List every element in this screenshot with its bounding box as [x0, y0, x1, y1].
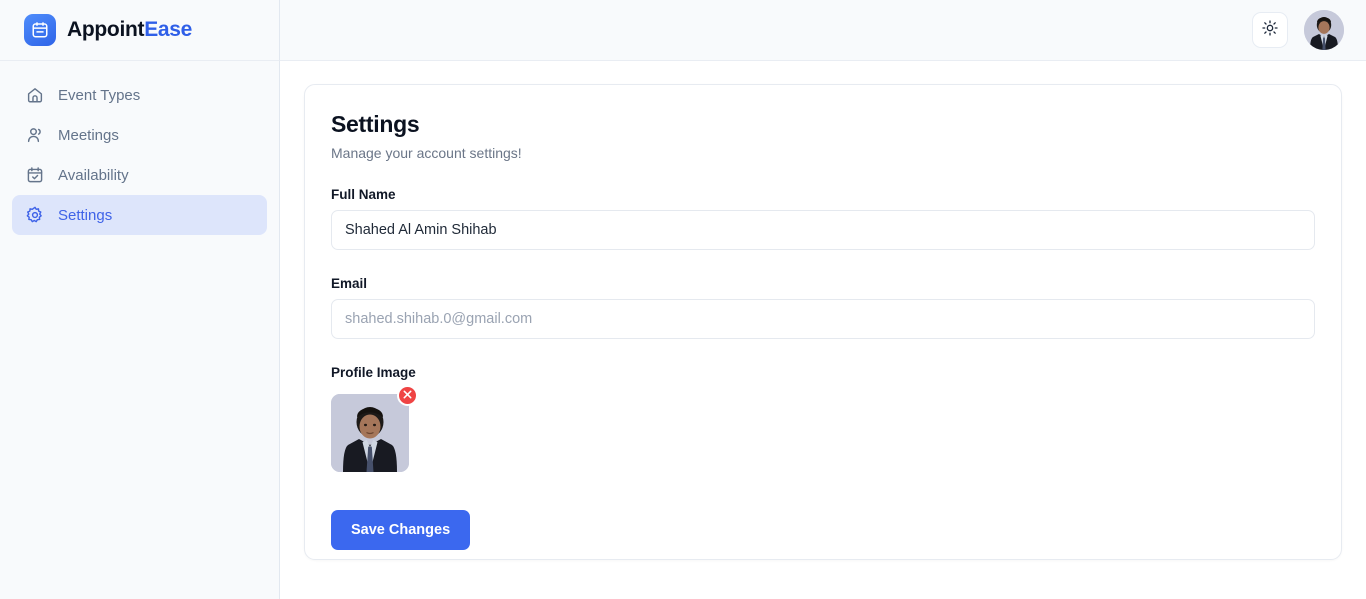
profile-photo — [331, 394, 409, 472]
email-label: Email — [331, 276, 368, 291]
full-name-input[interactable] — [331, 210, 1315, 250]
user-avatar — [1304, 10, 1344, 50]
profile-image-thumbnail[interactable] — [331, 394, 409, 472]
profile-image-label: Profile Image — [331, 365, 416, 380]
calendar-check-icon — [26, 166, 44, 184]
calendar-icon — [24, 14, 56, 46]
sun-icon — [1262, 19, 1278, 41]
profile-image-field-group: Profile Image — [331, 365, 1315, 472]
close-icon — [402, 387, 413, 405]
brand-area[interactable]: AppointEase — [0, 0, 280, 61]
brand-title: AppointEase — [67, 18, 192, 42]
sidebar-item-label: Event Types — [58, 86, 141, 104]
sidebar-item-settings[interactable]: Settings — [12, 195, 267, 235]
sidebar-item-event-types[interactable]: Event Types — [12, 75, 267, 115]
sidebar-item-label: Availability — [58, 166, 129, 184]
settings-card: Settings Manage your account settings! F… — [304, 84, 1342, 560]
page-subtitle: Manage your account settings! — [331, 145, 522, 161]
users-icon — [26, 126, 44, 144]
header-bar — [280, 0, 1366, 61]
avatar[interactable] — [1304, 10, 1344, 50]
sidebar: Event Types Meetings Availability Settin… — [0, 61, 280, 599]
save-changes-button[interactable]: Save Changes — [331, 510, 471, 550]
app-root: AppointEase Event Types Meetings Availab… — [0, 0, 1366, 599]
sidebar-item-label: Meetings — [58, 126, 119, 144]
page-title: Settings — [331, 111, 420, 137]
theme-toggle-button[interactable] — [1252, 12, 1288, 48]
top-bar: AppointEase — [0, 0, 1366, 61]
sidebar-item-availability[interactable]: Availability — [12, 155, 267, 195]
email-field-group: Email — [331, 276, 1315, 339]
email-input[interactable] — [331, 299, 1315, 339]
brand-title-primary: Appoint — [67, 18, 145, 41]
profile-image-thumbnail-wrap — [331, 385, 418, 472]
remove-profile-image-button[interactable] — [397, 385, 418, 406]
full-name-field-group: Full Name — [331, 187, 1315, 250]
home-icon — [26, 86, 44, 104]
body-area: Event Types Meetings Availability Settin… — [0, 61, 1366, 599]
sidebar-item-label: Settings — [58, 206, 113, 224]
gear-icon — [26, 206, 44, 224]
full-name-label: Full Name — [331, 187, 396, 202]
brand-title-accent: Ease — [144, 18, 193, 41]
main-content: Settings Manage your account settings! F… — [280, 61, 1366, 599]
sidebar-item-meetings[interactable]: Meetings — [12, 115, 267, 155]
